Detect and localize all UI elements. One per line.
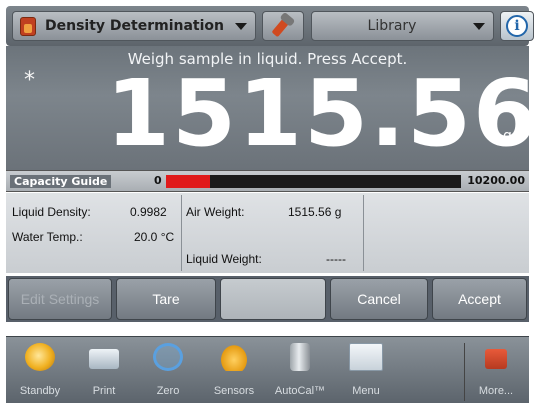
accept-button[interactable]: Accept — [432, 278, 527, 320]
softkey-bar: Edit Settings Tare Cancel Accept — [6, 276, 529, 322]
menu-icon — [349, 343, 383, 371]
chevron-down-icon — [235, 23, 247, 30]
air-weight-label: Air Weight: — [186, 205, 245, 219]
divider — [363, 195, 364, 271]
zero-icon — [153, 343, 183, 371]
edit-settings-button[interactable]: Edit Settings — [8, 278, 112, 320]
capacity-max: 10200.00 — [467, 174, 525, 187]
sensors-button[interactable]: Sensors — [204, 341, 264, 403]
bottom-toolbar: Standby Print Zero Sensors AutoCal™ Menu… — [6, 336, 529, 403]
balance-screen: Density Determination Library i Weigh sa… — [0, 0, 535, 403]
top-bar: Density Determination Library i — [6, 6, 534, 46]
info-icon: i — [506, 15, 528, 37]
density-info-panel: Liquid Density: 0.9982 Water Temp.: 20.0… — [6, 193, 529, 273]
liquid-weight-value: ----- — [326, 252, 346, 266]
capacity-guide: Capacity Guide 0 10200.00 — [6, 170, 529, 192]
calibration-weight-icon — [290, 343, 310, 371]
toolbar-divider — [464, 343, 465, 401]
weight-unit: g — [503, 128, 512, 144]
water-temp-value: 20.0 °C — [134, 230, 175, 244]
standby-button[interactable]: Standby — [10, 341, 70, 403]
blank-softkey[interactable] — [220, 278, 326, 320]
menu-button[interactable]: Menu — [336, 341, 396, 403]
divider — [181, 195, 182, 271]
application-label: Density Determination — [45, 18, 224, 34]
capacity-bar-fill — [166, 175, 211, 188]
liquid-density-label: Liquid Density: — [12, 205, 91, 219]
sensors-label: Sensors — [213, 385, 255, 397]
hand-sensor-icon — [219, 343, 249, 371]
more-button[interactable]: More... — [466, 341, 526, 403]
printer-icon — [89, 349, 119, 369]
zero-label: Zero — [156, 385, 180, 397]
weight-display: Weigh sample in liquid. Press Accept. * … — [6, 46, 535, 170]
standby-label: Standby — [19, 385, 61, 397]
zero-button[interactable]: Zero — [138, 341, 198, 403]
tare-button[interactable]: Tare — [116, 278, 216, 320]
chevron-down-icon — [473, 23, 485, 30]
info-button[interactable]: i — [500, 11, 534, 41]
standby-icon — [25, 343, 55, 371]
autocal-label: AutoCal™ — [274, 385, 326, 397]
capacity-min: 0 — [154, 174, 162, 187]
print-label: Print — [92, 385, 116, 397]
capacity-guide-label: Capacity Guide — [10, 175, 112, 188]
weight-reading: 1515.56 — [106, 60, 535, 167]
capacity-bar — [166, 175, 461, 188]
density-app-icon — [20, 17, 36, 36]
cancel-button[interactable]: Cancel — [330, 278, 428, 320]
liquid-density-value: 0.9982 — [130, 205, 167, 219]
more-label: More... — [478, 385, 514, 397]
menu-label: Menu — [352, 385, 380, 397]
application-dropdown[interactable]: Density Determination — [12, 11, 256, 41]
wrench-icon — [271, 16, 291, 38]
autocal-button[interactable]: AutoCal™ — [270, 341, 330, 403]
print-button[interactable]: Print — [74, 341, 134, 403]
stability-indicator: * — [24, 68, 35, 93]
air-weight-value: 1515.56 g — [288, 205, 342, 219]
water-temp-label: Water Temp.: — [12, 230, 83, 244]
more-icon — [485, 349, 507, 369]
settings-wrench-button[interactable] — [262, 11, 304, 41]
library-label: Library — [367, 18, 417, 34]
liquid-weight-label: Liquid Weight: — [186, 252, 262, 266]
library-dropdown[interactable]: Library — [311, 11, 494, 41]
